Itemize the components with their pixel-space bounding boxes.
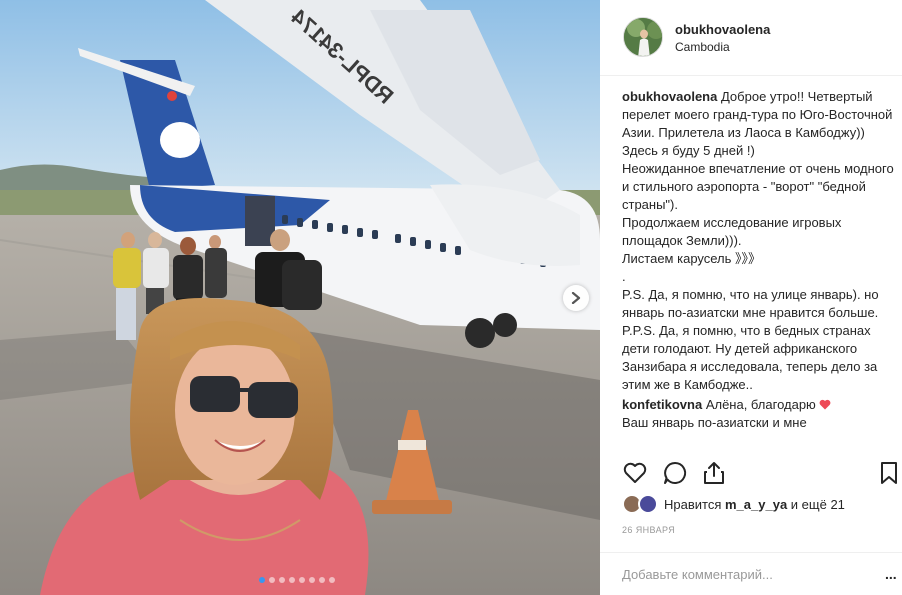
carousel-dot [279, 577, 285, 583]
likes-user[interactable]: m_a_y_ya [725, 497, 787, 512]
caption-author[interactable]: obukhovaolena [622, 89, 717, 104]
add-comment-input[interactable] [622, 565, 862, 583]
post-location[interactable]: Cambodia [675, 40, 730, 54]
carousel-dot [259, 577, 265, 583]
post-sidebar: obukhovaolena Cambodia obukhovaolena Доб… [600, 0, 902, 595]
post-photo[interactable]: RDPL-34174 [0, 0, 600, 595]
carousel-dot [299, 577, 305, 583]
avatar[interactable] [623, 17, 663, 57]
comments-list[interactable]: obukhovaolena Доброе утро!! Четвертый пе… [622, 88, 898, 450]
comment-icon[interactable] [662, 460, 688, 486]
carousel-dot [309, 577, 315, 583]
comment-text: Алёна, благодарю [705, 397, 816, 412]
heart-icon[interactable] [622, 460, 648, 486]
more-options-button[interactable]: ... [885, 566, 897, 582]
bookmark-icon[interactable] [876, 460, 902, 486]
caption-body: Доброе утро!! Четвертый перелет моего гр… [622, 89, 894, 392]
carousel-dot [329, 577, 335, 583]
likes-prefix: Нравится [664, 496, 722, 512]
red-heart-emoji-icon [820, 399, 831, 410]
carousel-dot [269, 577, 275, 583]
likes-text: Нравится m_a_y_ya и ещё 21 [664, 497, 845, 512]
chevron-right-icon [571, 292, 581, 304]
carousel-dot [289, 577, 295, 583]
likes-row[interactable]: Нравится m_a_y_ya и ещё 21 [622, 492, 845, 516]
comment-text-continued: Ваш январь по-азиатски и мне [622, 415, 807, 430]
carousel-dot [319, 577, 325, 583]
post-caption: obukhovaolena Доброе утро!! Четвертый пе… [622, 88, 898, 394]
liker-avatar [638, 494, 658, 514]
carousel-indicators [259, 577, 335, 583]
caption-text: obukhovaolena Доброе утро!! Четвертый пе… [622, 88, 898, 394]
carousel-next-button[interactable] [563, 285, 589, 311]
post-header: obukhovaolena Cambodia [600, 0, 902, 76]
likes-suffix[interactable]: и ещё 21 [791, 497, 845, 512]
comment-author[interactable]: konfetikovna [622, 397, 702, 412]
share-icon[interactable] [701, 460, 727, 486]
comment-item: konfetikovna Алёна, благодарю Ваш январь… [622, 396, 898, 432]
post-actions [600, 452, 902, 492]
airport-scene-image: RDPL-34174 [0, 0, 600, 595]
add-comment-bar: ... [600, 552, 902, 595]
avatar-image [624, 18, 662, 56]
post-username[interactable]: obukhovaolena [675, 22, 770, 37]
post-date[interactable]: 26 ЯНВАРЯ [622, 525, 675, 535]
